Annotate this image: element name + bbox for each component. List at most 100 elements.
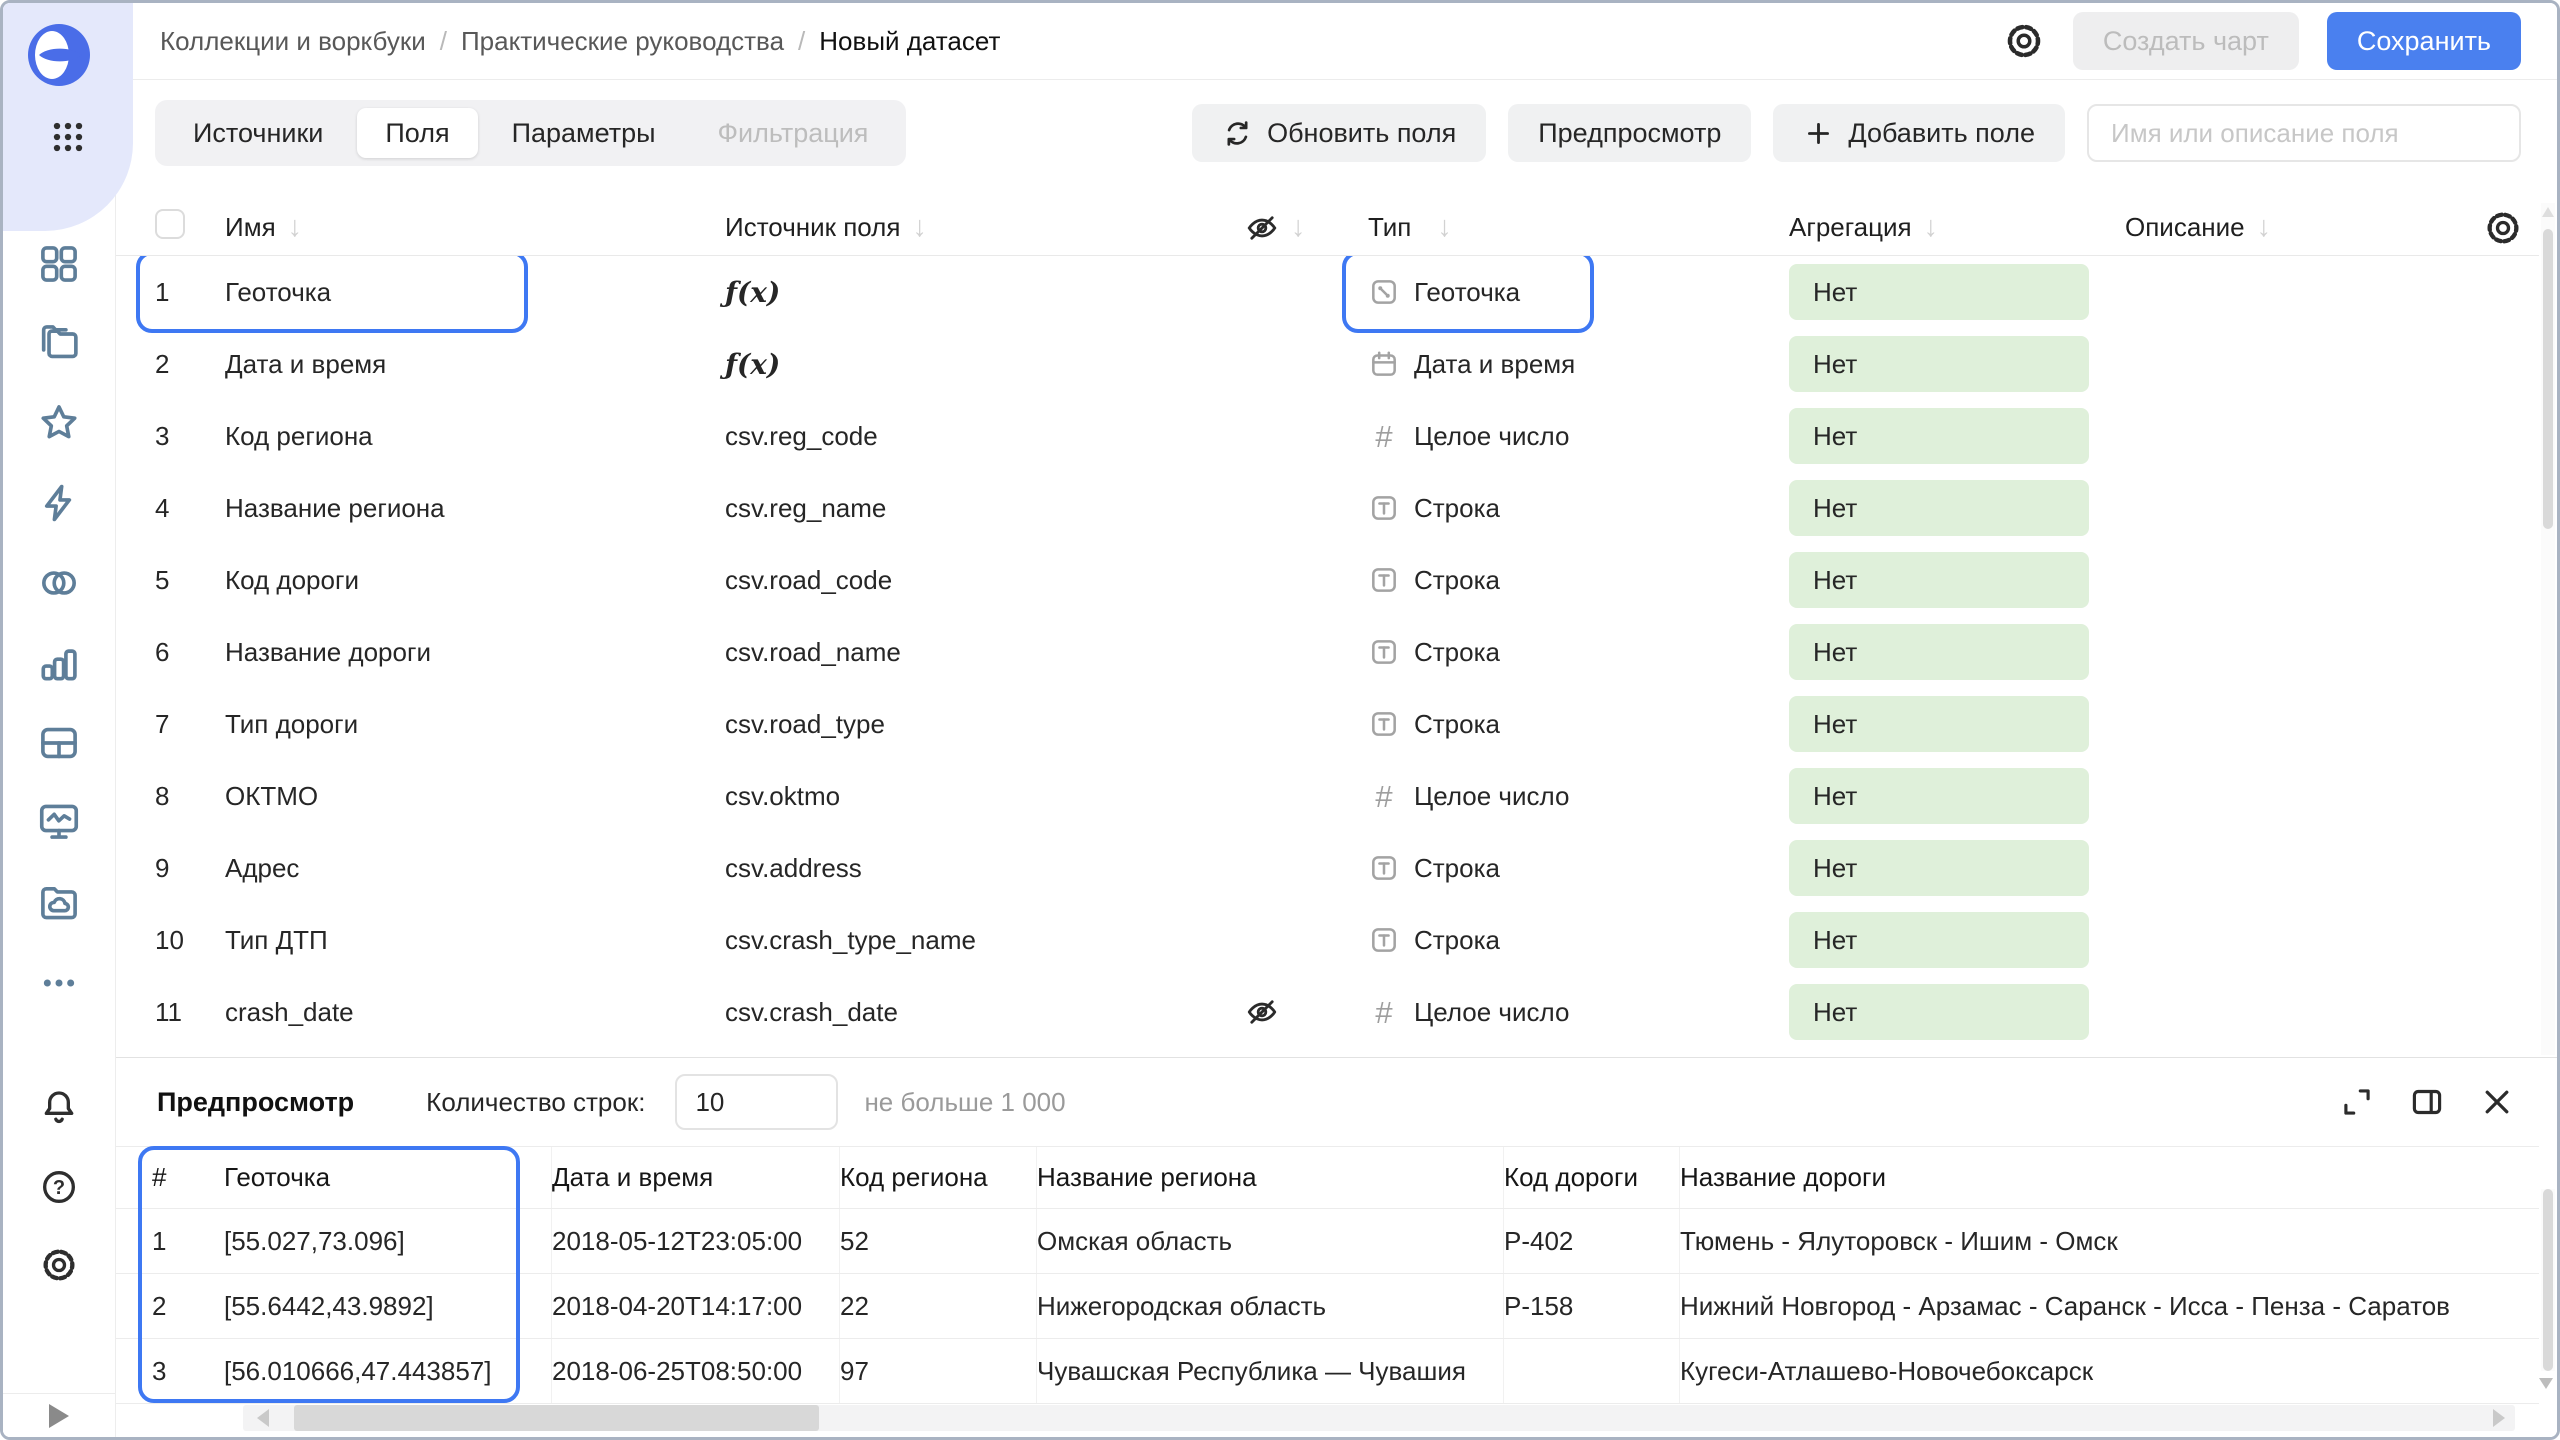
column-header-aggregation[interactable]: Агрегация ↓	[1775, 211, 2125, 244]
tab-fields[interactable]: Поля	[357, 108, 477, 158]
field-source[interactable]: ƒ(x)	[725, 348, 1245, 381]
column-header-source[interactable]: Источник поля ↓	[725, 211, 1245, 244]
field-type-select[interactable]: Строка	[1355, 636, 1775, 668]
field-name[interactable]: Тип дороги	[225, 709, 725, 740]
field-name[interactable]: Геоточка	[225, 277, 725, 308]
select-all-checkbox[interactable]	[155, 209, 185, 239]
field-row[interactable]: 5Код дорогиcsv.road_codeСтрокаНет	[116, 544, 2539, 616]
column-header-visibility[interactable]: ↓	[1245, 211, 1355, 245]
scroll-right-icon[interactable]	[2493, 1409, 2505, 1427]
field-aggregation-select[interactable]: Нет	[1775, 840, 2125, 896]
tab-filtering[interactable]: Фильтрация	[690, 108, 897, 158]
field-name[interactable]: Дата и время	[225, 349, 725, 380]
field-aggregation-select[interactable]: Нет	[1775, 624, 2125, 680]
field-type-select[interactable]: Строка	[1355, 852, 1775, 884]
preview-row-count-input[interactable]	[675, 1074, 838, 1130]
column-header-type[interactable]: Тип ↓	[1355, 211, 1775, 244]
field-search-input[interactable]	[2087, 104, 2521, 162]
field-source[interactable]: csv.road_type	[725, 709, 1245, 740]
connections-venn-icon[interactable]	[36, 560, 82, 606]
field-type-select[interactable]: #Целое число	[1355, 997, 1775, 1028]
apps-grid-icon[interactable]	[48, 117, 88, 157]
quick-actions-lightning-icon[interactable]	[36, 480, 82, 526]
field-type-select[interactable]: Строка	[1355, 924, 1775, 956]
monitoring-screen-icon[interactable]	[36, 798, 82, 844]
field-type-select[interactable]: Строка	[1355, 708, 1775, 740]
field-type-select[interactable]: #Целое число	[1355, 781, 1775, 812]
close-icon[interactable]	[2479, 1084, 2515, 1120]
field-name[interactable]: Код дороги	[225, 565, 725, 596]
field-source[interactable]: csv.road_name	[725, 637, 1245, 668]
tab-parameters[interactable]: Параметры	[484, 108, 684, 158]
save-button[interactable]: Сохранить	[2327, 12, 2521, 70]
add-field-button[interactable]: Добавить поле	[1773, 104, 2065, 162]
column-header-name[interactable]: Имя ↓	[225, 211, 725, 244]
expand-icon[interactable]	[2339, 1084, 2375, 1120]
field-row[interactable]: 2Дата и времяƒ(x)Дата и времяНет	[116, 328, 2539, 400]
field-name[interactable]: ОКТМО	[225, 781, 725, 812]
field-source[interactable]: csv.address	[725, 853, 1245, 884]
notifications-bell-icon[interactable]	[39, 1087, 79, 1127]
storage-folder-cloud-icon[interactable]	[36, 880, 82, 926]
field-row[interactable]: 10Тип ДТПcsv.crash_type_nameСтрокаНет	[116, 904, 2539, 976]
field-row[interactable]: 8ОКТМОcsv.oktmo#Целое числоНет	[116, 760, 2539, 832]
tab-sources[interactable]: Источники	[165, 108, 351, 158]
field-row[interactable]: 3Код регионаcsv.reg_code#Целое числоНет	[116, 400, 2539, 472]
scroll-down-icon[interactable]	[2539, 1378, 2553, 1389]
breadcrumb-dataset-title[interactable]: Новый датасет	[819, 26, 1000, 57]
field-aggregation-select[interactable]: Нет	[1775, 552, 2125, 608]
gear-icon[interactable]	[2003, 20, 2045, 62]
field-type-select[interactable]: Строка	[1355, 564, 1775, 596]
collections-folders-icon[interactable]	[36, 320, 82, 366]
scroll-left-icon[interactable]	[257, 1409, 269, 1427]
field-aggregation-select[interactable]: Нет	[1775, 912, 2125, 968]
field-source[interactable]: csv.reg_name	[725, 493, 1245, 524]
field-type-select[interactable]: Геоточка	[1355, 276, 1775, 308]
more-ellipsis-icon[interactable]	[39, 963, 79, 1003]
field-aggregation-select[interactable]: Нет	[1775, 480, 2125, 536]
field-aggregation-select[interactable]: Нет	[1775, 984, 2125, 1040]
scrollbar-thumb[interactable]	[294, 1405, 819, 1431]
panel-right-icon[interactable]	[2409, 1084, 2445, 1120]
field-name[interactable]: Название дороги	[225, 637, 725, 668]
preview-vertical-scrollbar[interactable]	[2541, 1189, 2555, 1371]
preview-button[interactable]: Предпросмотр	[1508, 104, 1751, 162]
field-name[interactable]: Код региона	[225, 421, 725, 452]
field-source[interactable]: csv.crash_date	[725, 997, 1245, 1028]
fields-vertical-scrollbar[interactable]	[2541, 203, 2555, 1055]
dashboards-grid-icon[interactable]	[36, 241, 82, 287]
field-source[interactable]: csv.road_code	[725, 565, 1245, 596]
breadcrumb-workbook[interactable]: Практические руководства	[461, 26, 784, 57]
field-type-select[interactable]: Строка	[1355, 492, 1775, 524]
field-row[interactable]: 6Название дорогиcsv.road_nameСтрокаНет	[116, 616, 2539, 688]
preview-horizontal-scrollbar[interactable]	[243, 1405, 2515, 1431]
field-aggregation-select[interactable]: Нет	[1775, 408, 2125, 464]
field-source[interactable]: ƒ(x)	[725, 276, 1245, 309]
settings-gear-icon[interactable]	[39, 1245, 79, 1285]
field-source[interactable]: csv.reg_code	[725, 421, 1245, 452]
field-type-select[interactable]: Дата и время	[1355, 348, 1775, 380]
datasets-table-icon[interactable]	[36, 720, 82, 766]
scrollbar-thumb[interactable]	[2543, 229, 2553, 529]
field-source[interactable]: csv.oktmo	[725, 781, 1245, 812]
refresh-fields-button[interactable]: Обновить поля	[1192, 104, 1486, 162]
field-aggregation-select[interactable]: Нет	[1775, 768, 2125, 824]
field-aggregation-select[interactable]: Нет	[1775, 696, 2125, 752]
field-aggregation-select[interactable]: Нет	[1775, 336, 2125, 392]
field-name[interactable]: crash_date	[225, 997, 725, 1028]
create-chart-button[interactable]: Создать чарт	[2073, 12, 2299, 70]
field-row[interactable]: 11crash_datecsv.crash_date#Целое числоНе…	[116, 976, 2539, 1048]
field-row[interactable]: 1Геоточкаƒ(x)ГеоточкаНет	[116, 256, 2539, 328]
field-name[interactable]: Название региона	[225, 493, 725, 524]
help-circle-icon[interactable]: ?	[39, 1167, 79, 1207]
field-row[interactable]: 9Адресcsv.addressСтрокаНет	[116, 832, 2539, 904]
field-row[interactable]: 4Название регионаcsv.reg_nameСтрокаНет	[116, 472, 2539, 544]
field-source[interactable]: csv.crash_type_name	[725, 925, 1245, 956]
datalens-logo[interactable]	[27, 23, 91, 87]
scrollbar-thumb[interactable]	[2543, 1189, 2553, 1371]
field-aggregation-select[interactable]: Нет	[1775, 264, 2125, 320]
field-type-select[interactable]: #Целое число	[1355, 421, 1775, 452]
gear-icon[interactable]	[2483, 208, 2523, 248]
breadcrumb-collections[interactable]: Коллекции и воркбуки	[160, 26, 426, 57]
field-row[interactable]: 7Тип дорогиcsv.road_typeСтрокаНет	[116, 688, 2539, 760]
